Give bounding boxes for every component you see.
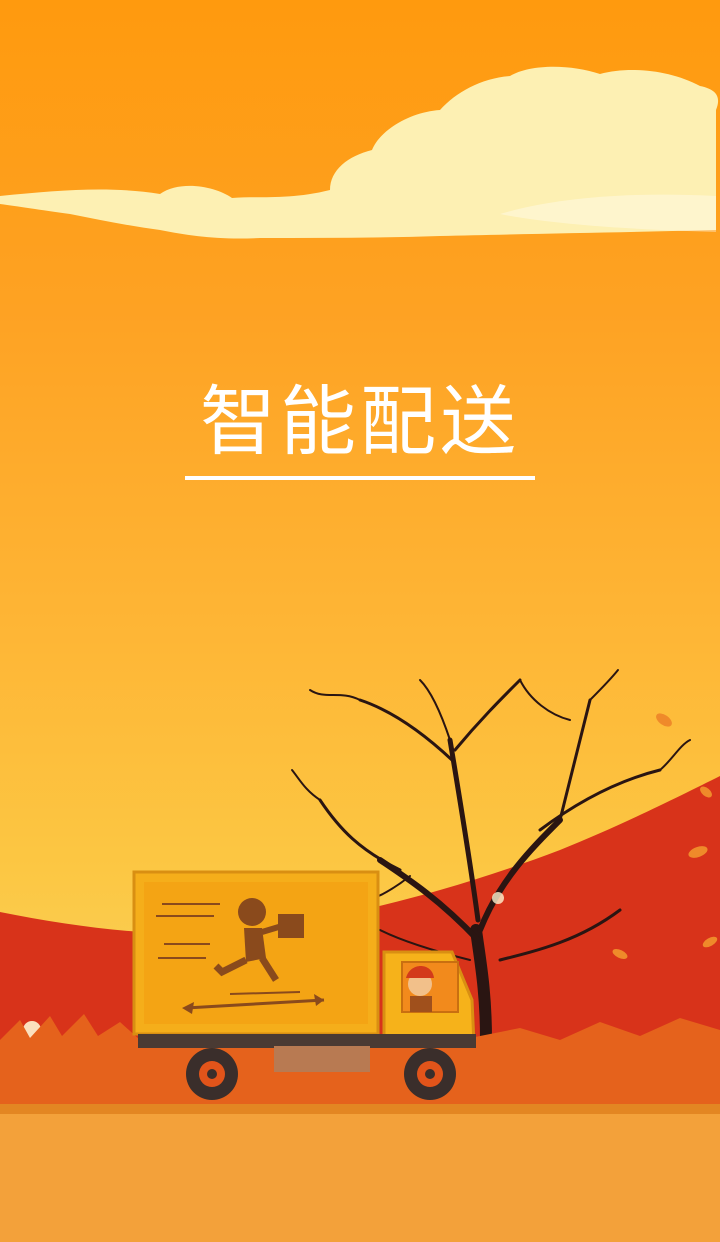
road-edge [0,1104,720,1114]
road-illustration [0,1104,720,1242]
cloud-illustration [0,66,719,239]
title-block: 智能配送 [185,372,535,480]
front-wheel-icon [404,1048,456,1100]
splash-screen: 智能配送 [0,0,720,1242]
title-underline [185,476,535,480]
app-title: 智能配送 [200,377,520,466]
delivery-illustration [0,66,720,1242]
driver-illustration [406,966,434,1012]
glow-dot [492,892,504,904]
rear-wheel-icon [186,1048,238,1100]
